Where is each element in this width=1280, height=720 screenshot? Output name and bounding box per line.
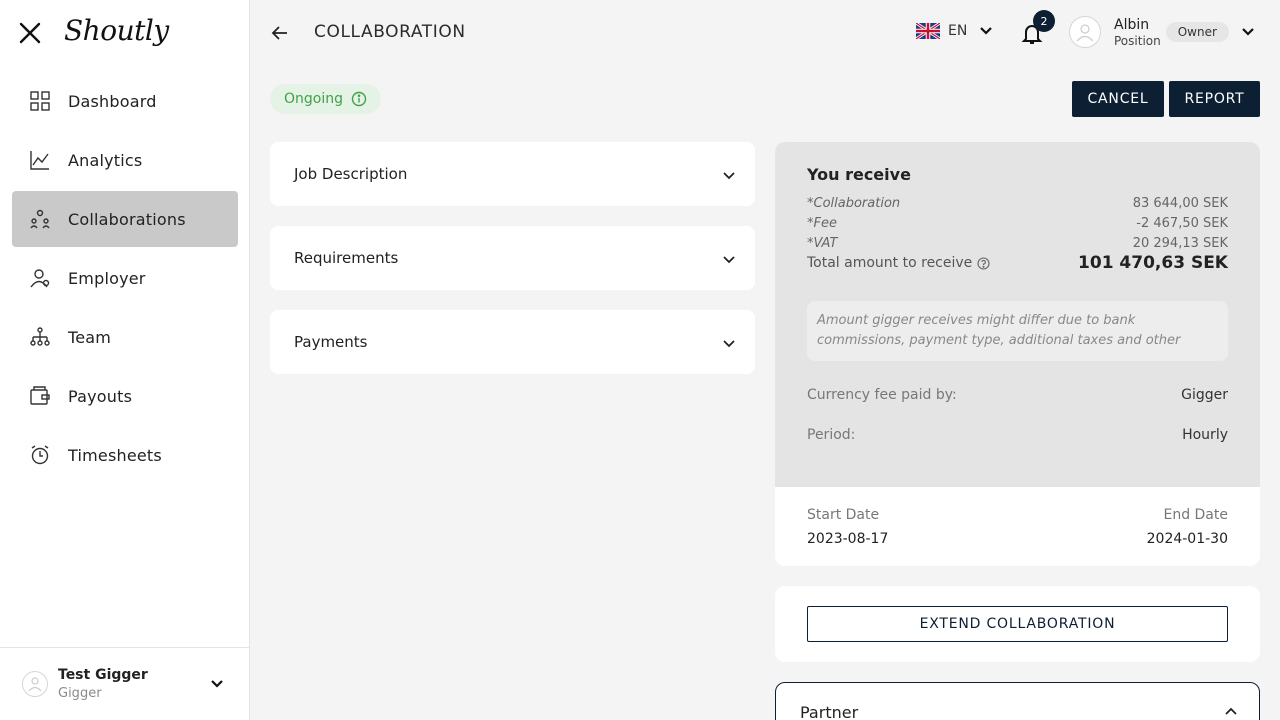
close-icon[interactable]	[18, 21, 42, 45]
timesheets-icon	[30, 445, 50, 465]
line-value: -2 467,50 SEK	[1136, 215, 1228, 231]
accordion-title: Requirements	[294, 249, 399, 267]
currency-fee-value: Gigger	[1181, 387, 1228, 403]
avatar	[1069, 16, 1101, 48]
accordion-payments[interactable]: Payments	[270, 310, 755, 374]
period-label: Period:	[807, 427, 856, 443]
chevron-down-icon	[723, 254, 735, 264]
account-switcher[interactable]: Test Gigger Gigger	[0, 647, 250, 720]
partner-title: Partner	[800, 703, 859, 720]
accordion-title: Payments	[294, 333, 368, 351]
notification-badge: 2	[1033, 10, 1055, 32]
payouts-icon	[30, 386, 50, 406]
total-row: Total amount to receive 101 470,63 SEK	[807, 253, 1228, 273]
sidebar-item-timesheets[interactable]: Timesheets	[12, 427, 238, 483]
status-label: Ongoing	[284, 91, 343, 107]
line-label: *Fee	[807, 215, 837, 231]
period-value: Hourly	[1182, 427, 1228, 443]
collaborations-icon	[30, 209, 50, 229]
team-icon	[30, 327, 50, 347]
accordion-job-description[interactable]: Job Description	[270, 142, 755, 206]
sidebar-item-label: Collaborations	[68, 209, 186, 229]
extend-card: EXTEND COLLABORATION	[775, 586, 1260, 662]
disclaimer-note: Amount gigger receives might differ due …	[807, 301, 1228, 361]
total-value: 101 470,63 SEK	[1078, 253, 1228, 273]
sidebar-nav: Dashboard Analytics Collaborations Emplo…	[12, 73, 238, 486]
uk-flag-icon	[915, 21, 941, 41]
account-role: Gigger	[58, 686, 102, 701]
chevron-down-icon	[979, 24, 993, 38]
line-fee: *Fee -2 467,50 SEK	[807, 213, 1228, 233]
user-menu[interactable]: Albin Position Owner	[1069, 16, 1255, 48]
receive-summary-card: You receive *Collaboration 83 644,00 SEK…	[775, 142, 1260, 566]
line-label: *Collaboration	[807, 195, 901, 211]
sidebar-item-label: Team	[68, 327, 112, 347]
chevron-down-icon[interactable]	[210, 676, 224, 695]
language-selector[interactable]: EN	[915, 21, 993, 41]
report-button[interactable]: REPORT	[1169, 81, 1260, 117]
sidebar-item-label: Analytics	[68, 150, 143, 170]
sidebar-item-team[interactable]: Team	[12, 309, 238, 365]
page-title: COLLABORATION	[314, 22, 466, 42]
receive-title: You receive	[807, 165, 911, 184]
role-badge: Owner	[1165, 22, 1229, 42]
sidebar-item-employer[interactable]: Employer	[12, 250, 238, 306]
period-row: Period: Hourly	[807, 427, 1228, 443]
sidebar-item-dashboard[interactable]: Dashboard	[12, 73, 238, 129]
start-date-label: Start Date	[807, 507, 880, 523]
currency-fee-label: Currency fee paid by:	[807, 387, 957, 403]
help-icon[interactable]	[977, 256, 990, 270]
extend-collaboration-button[interactable]: EXTEND COLLABORATION	[807, 606, 1228, 642]
user-position: Position	[1114, 33, 1161, 48]
line-value: 20 294,13 SEK	[1132, 235, 1228, 251]
currency-fee-row: Currency fee paid by: Gigger	[807, 387, 1228, 403]
account-name: Test Gigger	[58, 667, 148, 683]
chevron-down-icon	[723, 170, 735, 180]
line-collaboration: *Collaboration 83 644,00 SEK	[807, 193, 1228, 213]
sidebar-item-analytics[interactable]: Analytics	[12, 132, 238, 188]
line-value: 83 644,00 SEK	[1132, 195, 1228, 211]
partner-accordion[interactable]: Partner	[775, 682, 1260, 720]
dates-row: Start Date 2023-08-17 End Date 2024-01-3…	[775, 487, 1260, 547]
info-icon[interactable]	[351, 91, 367, 107]
sidebar-item-label: Dashboard	[68, 91, 157, 111]
chevron-up-icon	[1225, 707, 1237, 717]
line-label: *VAT	[807, 235, 838, 251]
user-name: Albin	[1114, 16, 1150, 33]
start-date-value: 2023-08-17	[807, 531, 889, 547]
total-label: Total amount to receive	[807, 255, 973, 271]
end-date-label: End Date	[1163, 507, 1228, 523]
sidebar: Shoutly Dashboard Analytics Collaboratio…	[0, 0, 250, 720]
sidebar-item-label: Timesheets	[68, 445, 162, 465]
employer-icon	[30, 268, 50, 288]
language-code: EN	[948, 23, 968, 39]
chevron-down-icon	[1241, 25, 1255, 39]
line-vat: *VAT 20 294,13 SEK	[807, 233, 1228, 253]
sidebar-item-payouts[interactable]: Payouts	[12, 368, 238, 424]
status-badge: Ongoing	[270, 84, 381, 114]
chevron-down-icon	[723, 338, 735, 348]
sidebar-item-label: Employer	[68, 268, 146, 288]
analytics-icon	[30, 150, 50, 170]
sidebar-item-collaborations[interactable]: Collaborations	[12, 191, 238, 247]
sidebar-item-label: Payouts	[68, 386, 133, 406]
end-date-value: 2024-01-30	[1146, 531, 1228, 547]
cancel-button[interactable]: CANCEL	[1072, 81, 1164, 117]
accordion-requirements[interactable]: Requirements	[270, 226, 755, 290]
app-logo: Shoutly	[64, 14, 169, 47]
avatar	[22, 671, 48, 697]
accordion-title: Job Description	[294, 165, 408, 183]
back-arrow-icon[interactable]	[270, 23, 290, 43]
dashboard-icon	[30, 91, 50, 111]
